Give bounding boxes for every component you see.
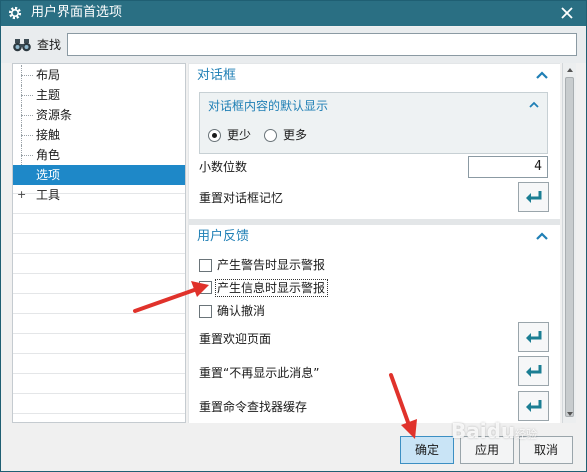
section-title: 对话框 <box>197 68 237 83</box>
info-alert-checkbox[interactable] <box>199 281 212 294</box>
expand-icon[interactable]: + <box>17 189 26 200</box>
vertical-scrollbar[interactable] <box>562 63 576 423</box>
tree-connector <box>21 155 33 156</box>
scroll-up-icon[interactable] <box>565 65 575 75</box>
tree-item-options[interactable]: 选项 <box>13 165 185 185</box>
tree-row-divider <box>13 213 185 214</box>
search-bar: 查找 <box>1 27 586 63</box>
window-title: 用户界面首选项 <box>31 5 123 20</box>
tree-item-label: 主题 <box>36 88 61 102</box>
tree-item-theme[interactable]: 主题 <box>13 85 185 105</box>
watermark-brand: Baidu <box>451 419 516 443</box>
tree-row-divider <box>13 253 185 254</box>
binoculars-icon <box>13 39 31 52</box>
tree-row-divider <box>13 273 185 274</box>
tree-item-tools[interactable]: + 工具 <box>13 185 185 205</box>
reset-welcome-label: 重置欢迎页面 <box>199 332 272 346</box>
user-feedback-section-header[interactable]: 用户反馈 <box>189 225 560 249</box>
tree-item-label: 工具 <box>36 188 61 202</box>
warning-alert-checkbox[interactable] <box>199 259 212 272</box>
tree-row-divider <box>13 373 185 374</box>
radio-more-label: 更多 <box>283 128 308 142</box>
tree-connector <box>21 115 33 116</box>
decimals-field[interactable]: 4 <box>468 156 548 178</box>
radio-more[interactable] <box>264 129 277 142</box>
reset-welcome-button[interactable] <box>518 322 549 352</box>
return-arrow-icon <box>526 365 542 377</box>
tree-row-divider <box>13 413 185 414</box>
tree-item-label: 布局 <box>36 68 61 82</box>
tree-item-label: 角色 <box>36 148 61 162</box>
tree-row-divider <box>13 393 185 394</box>
reset-command-finder-label: 重置命令查找器缓存 <box>199 400 308 414</box>
confirm-undo-label: 确认撤消 <box>217 304 266 318</box>
dialog-section-header[interactable]: 对话框 <box>189 64 560 88</box>
return-arrow-icon <box>526 191 542 203</box>
section-title: 用户反馈 <box>197 229 250 244</box>
settings-panel: 对话框 对话框内容的默认显示 更少 更多 小数位数 4 重置对话框记忆 用户反馈… <box>188 63 560 423</box>
user-feedback-section: 用户反馈 产生警告时显示警报 产生信息时显示警报 确认撤消 重置欢迎页面 重置“… <box>189 225 560 423</box>
subgroup-title: 对话框内容的默认显示 <box>208 99 329 113</box>
tree-item-touch[interactable]: 接触 <box>13 125 185 145</box>
return-arrow-icon <box>526 400 542 412</box>
category-tree: 布局 主题 资源条 接触 角色 选项 + 工具 <box>12 63 186 423</box>
chevron-up-icon[interactable] <box>529 100 539 108</box>
chevron-up-icon[interactable] <box>536 231 548 241</box>
tree-row-divider <box>13 353 185 354</box>
search-label: 查找 <box>37 38 62 52</box>
watermark-sub: 经验 <box>515 428 538 441</box>
ok-button[interactable]: 确定 <box>400 436 454 464</box>
search-input[interactable] <box>67 33 577 56</box>
warning-alert-label: 产生警告时显示警报 <box>217 258 326 272</box>
reset-dont-show-button[interactable] <box>518 356 549 386</box>
tree-item-resource-bar[interactable]: 资源条 <box>13 105 185 125</box>
tree-row-divider <box>13 293 185 294</box>
tree-row-divider <box>13 233 185 234</box>
tree-item-role[interactable]: 角色 <box>13 145 185 165</box>
tree-row-divider <box>13 313 185 314</box>
reset-dont-show-label: 重置“不再显示此消息” <box>199 366 320 380</box>
scrollbar-thumb[interactable] <box>565 77 574 417</box>
reset-dialog-memory-label: 重置对话框记忆 <box>199 191 284 205</box>
baidu-watermark: Baidu经验 <box>451 419 537 443</box>
preferences-dialog: 用户界面首选项 查找 布局 主题 资源条 接触 角色 选项 + 工具 对话框 对… <box>0 0 587 472</box>
tree-item-label: 选项 <box>36 168 61 182</box>
tree-connector <box>21 75 33 76</box>
scroll-down-icon[interactable] <box>565 409 575 419</box>
radio-less[interactable] <box>208 129 221 142</box>
chevron-up-icon[interactable] <box>536 70 548 80</box>
decimals-label: 小数位数 <box>199 160 248 174</box>
tree-connector <box>21 95 33 96</box>
radio-less-label: 更少 <box>227 128 252 142</box>
tree-item-layout[interactable]: 布局 <box>13 65 185 85</box>
gear-icon <box>8 6 22 20</box>
dialog-section: 对话框 对话框内容的默认显示 更少 更多 小数位数 4 重置对话框记忆 <box>189 64 560 219</box>
default-display-group: 对话框内容的默认显示 更少 更多 <box>199 92 548 154</box>
confirm-undo-checkbox[interactable] <box>199 305 212 318</box>
tree-connector <box>21 135 33 136</box>
reset-command-finder-button[interactable] <box>518 391 549 421</box>
tree-row-divider <box>13 333 185 334</box>
info-alert-label: 产生信息时显示警报 <box>217 281 326 295</box>
tree-item-label: 资源条 <box>36 108 73 122</box>
title-bar[interactable]: 用户界面首选项 <box>1 1 586 26</box>
return-arrow-icon <box>526 331 542 343</box>
close-icon[interactable] <box>558 4 576 22</box>
reset-dialog-memory-button[interactable] <box>518 182 549 212</box>
tree-item-label: 接触 <box>36 128 61 142</box>
